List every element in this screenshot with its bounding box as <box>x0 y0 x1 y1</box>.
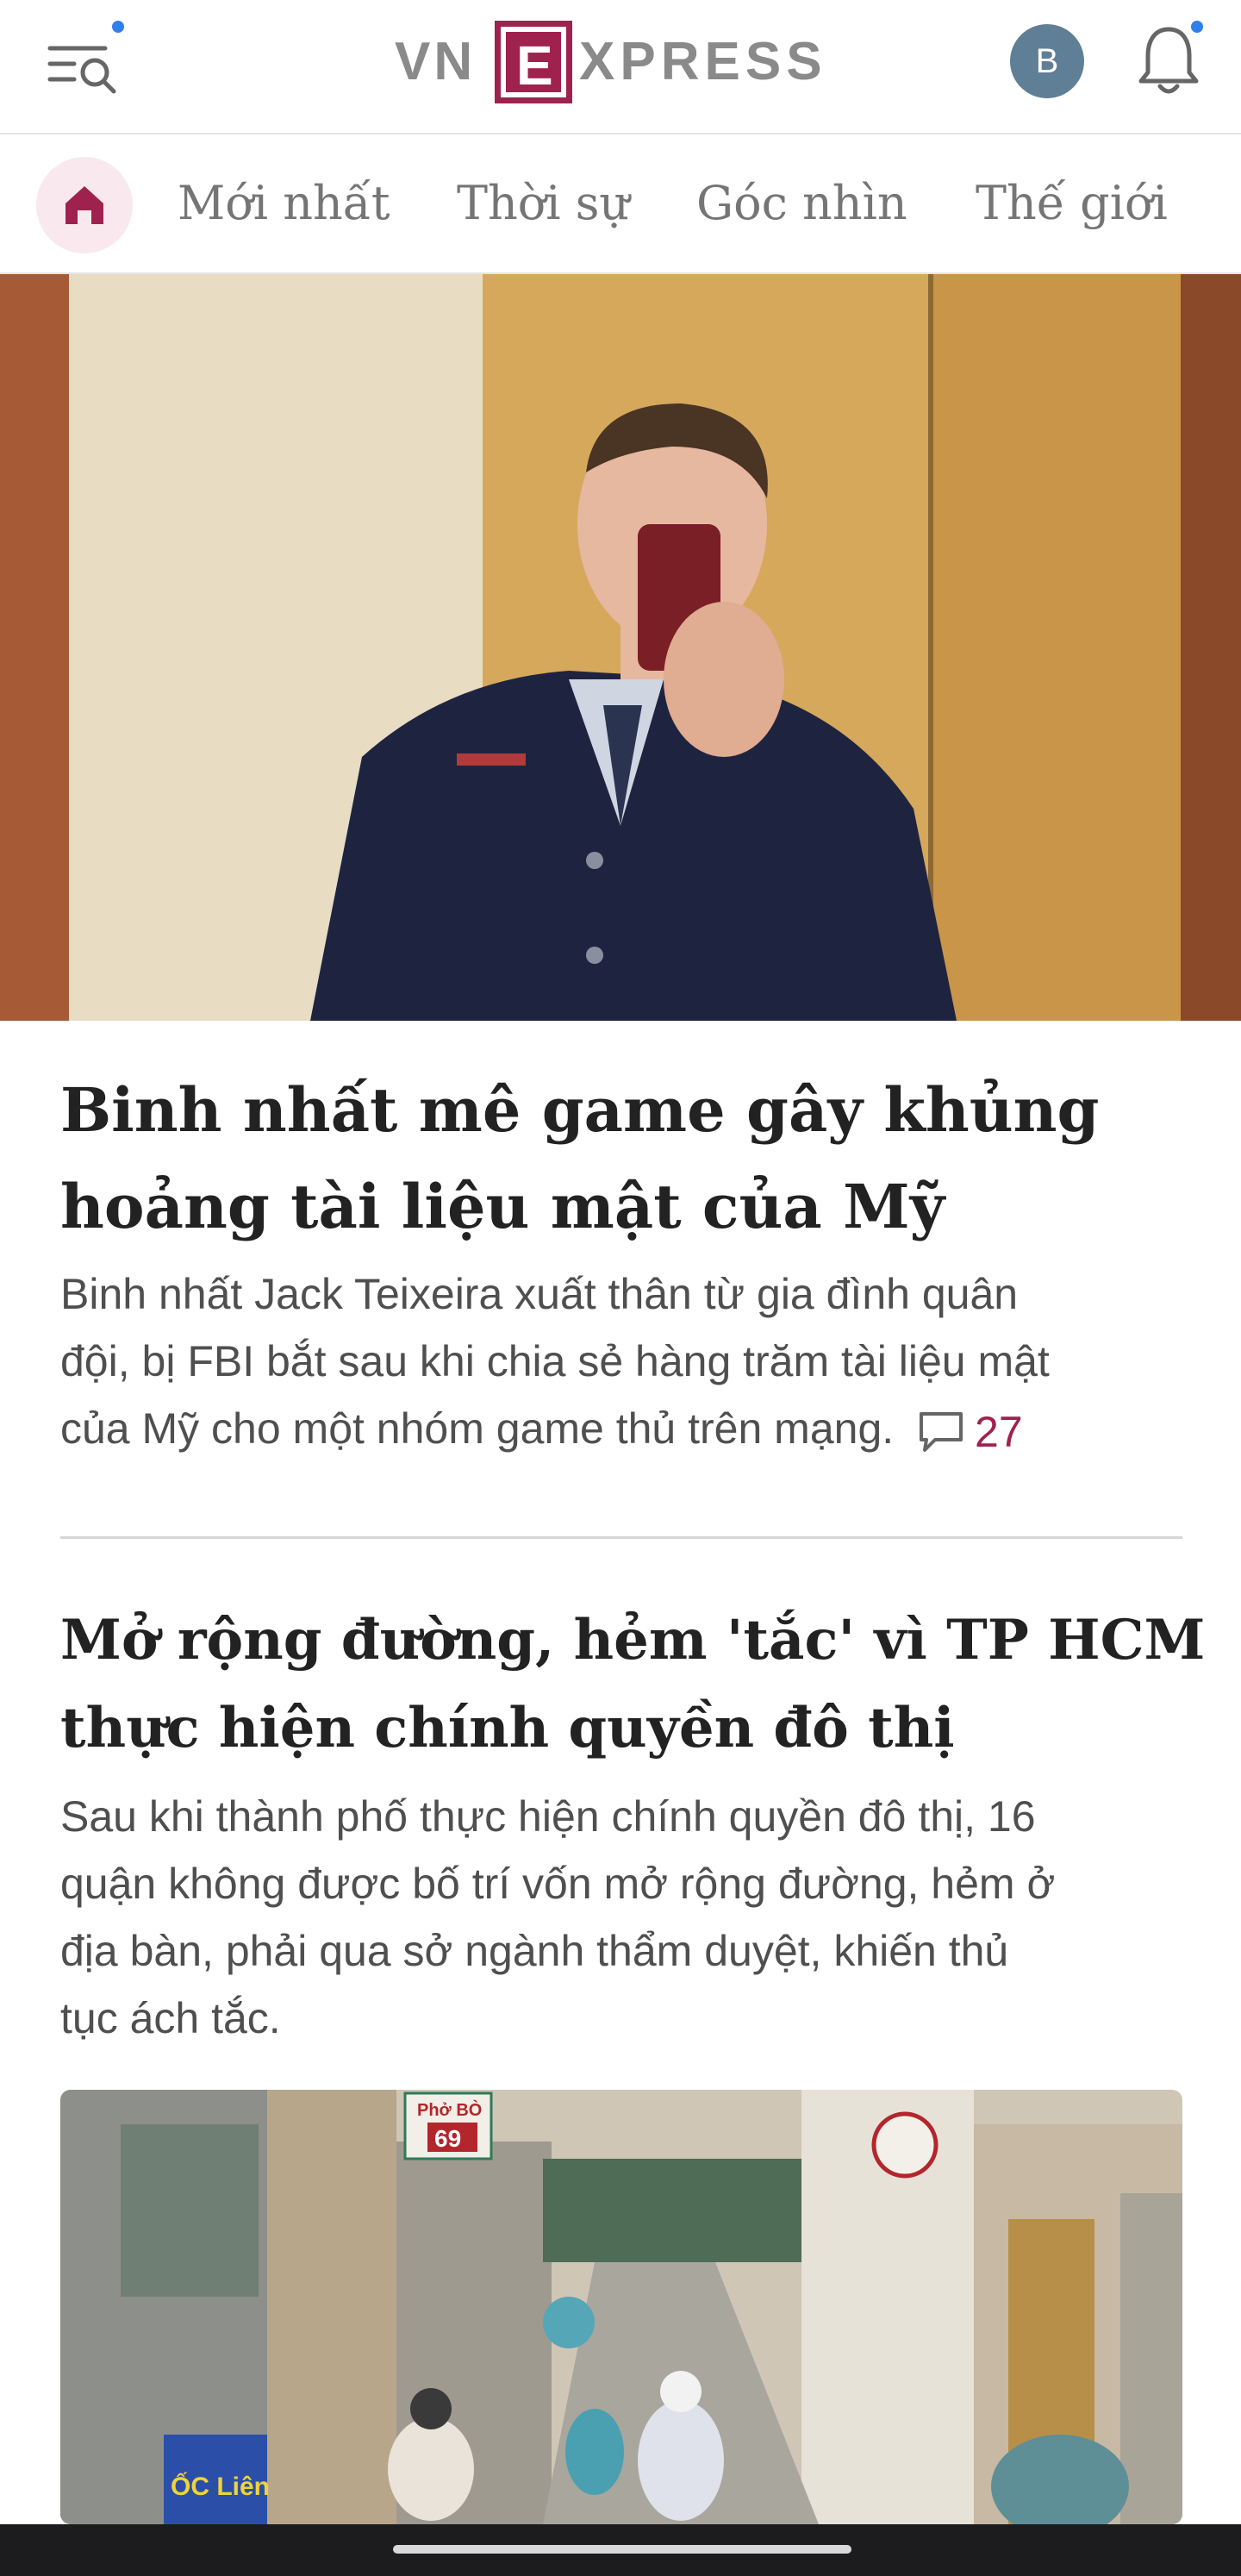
article-1-comments[interactable]: 27 <box>916 1398 1023 1466</box>
article-1-desc-line-3: của Mỹ cho một nhóm game thủ trên mạng. <box>60 1404 895 1453</box>
user-avatar[interactable]: B <box>1010 24 1084 98</box>
avatar-initial: B <box>1035 41 1059 80</box>
article-1-desc-line-2: đội, bị FBI bắt sau khi chia sẻ hàng tră… <box>60 1337 1050 1385</box>
article-1-title-line-1: Binh nhất mê game gây khủng <box>60 1074 1100 1146</box>
vnexpress-logo[interactable]: VN E XPRESS <box>395 17 851 107</box>
comment-count: 27 <box>975 1407 1023 1456</box>
nav-item-thoi-su[interactable]: Thời sự <box>457 176 629 230</box>
nav-item-the-gioi[interactable]: Thế giới <box>976 176 1168 230</box>
article-2-desc-line-4: tục ách tắc. <box>60 1994 281 2042</box>
article-2-desc-line-1: Sau khi thành phố thực hiện chính quyền … <box>60 1792 1036 1841</box>
article-1-title-line-2: hoảng tài liệu mật của Mỹ <box>60 1171 945 1242</box>
article-2-image[interactable]: Phở BÒ 69 ỐC Liên <box>60 2090 1182 2524</box>
system-navigation-bar <box>0 2524 1241 2576</box>
article-1-image[interactable] <box>0 274 1241 1021</box>
sign-oc-lien: ỐC Liên <box>171 2472 270 2501</box>
sign-69: 69 <box>434 2125 461 2152</box>
category-nav: Mới nhất Thời sự Góc nhìn Thế giới <box>0 136 1241 274</box>
nav-item-goc-nhin[interactable]: Góc nhìn <box>696 176 907 230</box>
comment-icon <box>920 1411 963 1452</box>
menu-notification-dot <box>112 21 124 33</box>
bell-notification-dot <box>1191 21 1203 33</box>
article-2-description[interactable]: Sau khi thành phố thực hiện chính quyền … <box>60 1783 1055 2052</box>
home-icon <box>65 186 103 224</box>
home-indicator[interactable] <box>393 2545 851 2554</box>
article-2-desc-line-3: địa bàn, phải qua sở ngành thẩm duyệt, k… <box>60 1927 1009 1975</box>
menu-search-button[interactable] <box>45 31 122 100</box>
article-1-description[interactable]: Binh nhất Jack Teixeira xuất thân từ gia… <box>60 1260 1050 1466</box>
article-2-title-line-2: thực hiện chính quyền đô thị <box>60 1696 955 1760</box>
top-header: VN E XPRESS B <box>0 0 1241 134</box>
bell-icon <box>1138 27 1199 94</box>
article-1-title[interactable]: Binh nhất mê game gây khủng hoảng tài li… <box>60 1062 1099 1255</box>
article-2-title-line-1: Mở rộng đường, hẻm 'tắc' vì TP HCM <box>60 1608 1206 1673</box>
svg-text:XPRESS: XPRESS <box>579 32 827 91</box>
article-2-desc-line-2: quận không được bố trí vốn mở rộng đường… <box>60 1860 1056 1908</box>
sign-pho-bo: Phở BÒ <box>417 2099 482 2120</box>
svg-text:E: E <box>516 34 553 97</box>
menu-search-icon <box>47 46 116 94</box>
article-2-title[interactable]: Mở rộng đường, hẻm 'tắc' vì TP HCM thực … <box>60 1597 1205 1773</box>
svg-text:VN: VN <box>395 32 476 91</box>
article-divider <box>60 1536 1182 1539</box>
nav-item-moi-nhat[interactable]: Mới nhất <box>178 176 390 230</box>
notifications-button[interactable] <box>1136 22 1201 97</box>
article-1-desc-line-1: Binh nhất Jack Teixeira xuất thân từ gia… <box>60 1270 1019 1318</box>
home-button[interactable] <box>36 157 133 253</box>
